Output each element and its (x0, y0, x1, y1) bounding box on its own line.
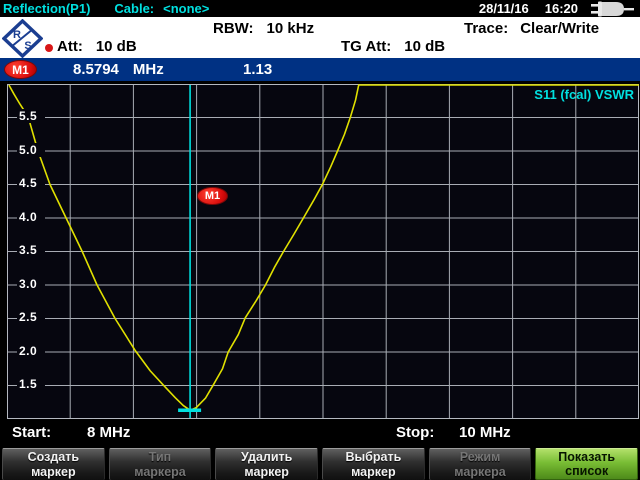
att-label: Att: (57, 38, 83, 55)
trace-readout: Trace: Clear/Write (464, 20, 599, 37)
softkey-select-marker[interactable]: Выбрать маркер (322, 448, 425, 480)
header-row-2: Att: 10 dB TG Att: 10 dB (0, 38, 640, 55)
y-tick-label: 3.5 (17, 243, 45, 257)
datetime-group: 28/11/16 16:20 (479, 0, 640, 18)
stop-value: 10 MHz (459, 424, 511, 441)
marker-value: 1.13 (243, 61, 272, 78)
ac-power-plug-icon (591, 0, 635, 18)
y-tick-label: 3.0 (17, 277, 45, 291)
softkey-bar: Создать маркер Тип маркера Удалить марке… (0, 448, 640, 480)
cable-label: Cable: (114, 1, 154, 16)
analyzer-screen: Reflection(P1) Cable: <none> 28/11/16 16… (0, 0, 640, 480)
start-value: 8 MHz (87, 424, 130, 441)
y-tick-label: 4.0 (17, 210, 45, 224)
gridlines (7, 84, 639, 419)
vswr-trace (9, 85, 639, 410)
marker-m1-flag: M1 (197, 187, 228, 205)
softkey-marker-mode[interactable]: Режим маркера (429, 448, 532, 480)
tg-att-value: 10 dB (404, 38, 445, 55)
rbw-readout: RBW: 10 kHz (213, 20, 314, 37)
time-text: 16:20 (545, 1, 578, 16)
start-label: Start: (12, 424, 51, 441)
header-row-1: RBW: 10 kHz Trace: Clear/Write (0, 20, 640, 37)
softkey-new-marker[interactable]: Создать маркер (2, 448, 105, 480)
measurement-title: Reflection(P1) (3, 1, 90, 16)
y-tick-label: 1.5 (17, 377, 45, 391)
trace-mode-label: S11 (fcal) VSWR (534, 87, 634, 102)
tg-att-label: TG Att: (341, 38, 391, 55)
y-tick-label: 5.0 (17, 143, 45, 157)
trace-value: Clear/Write (520, 20, 599, 37)
rbw-label: RBW: (213, 20, 254, 37)
softkey-delete-marker[interactable]: Удалить маркер (215, 448, 318, 480)
marker-m1-badge: M1 (4, 60, 37, 79)
measurement-title-group: Reflection(P1) Cable: <none> (0, 1, 209, 16)
stop-label: Stop: (396, 424, 434, 441)
marker-frequency: 8.5794MHz (73, 61, 164, 78)
vswr-chart: S11 (fcal) VSWR M1 5.5 5.0 4.5 4.0 3.5 3… (7, 84, 639, 419)
frequency-range-bar: Start: 8 MHz Stop: 10 MHz (0, 420, 640, 447)
marker-m1-badge-text: M1 (12, 63, 29, 77)
marker-readout-bar: M1 8.5794MHz 1.13 (0, 58, 640, 81)
y-tick-label: 4.5 (17, 176, 45, 190)
rbw-value: 10 kHz (267, 20, 315, 37)
y-tick-label: 2.0 (17, 344, 45, 358)
y-tick-label: 2.5 (17, 310, 45, 324)
softkey-marker-type[interactable]: Тип маркера (109, 448, 212, 480)
att-value: 10 dB (96, 38, 137, 55)
trace-label: Trace: (464, 20, 508, 37)
softkey-show-list[interactable]: Показать список (535, 448, 638, 480)
top-status-bar: Reflection(P1) Cable: <none> 28/11/16 16… (0, 0, 640, 17)
header-area: R S RBW:10 kHz Trace:Clear/Write Att:10 … (0, 17, 640, 58)
plot-area (7, 84, 639, 419)
cable-value: <none> (163, 1, 209, 16)
y-tick-label: 5.5 (17, 109, 45, 123)
date-text: 28/11/16 (479, 1, 529, 16)
att-readout: Att: 10 dB (57, 38, 137, 55)
tg-att-readout: TG Att: 10 dB (341, 38, 445, 55)
